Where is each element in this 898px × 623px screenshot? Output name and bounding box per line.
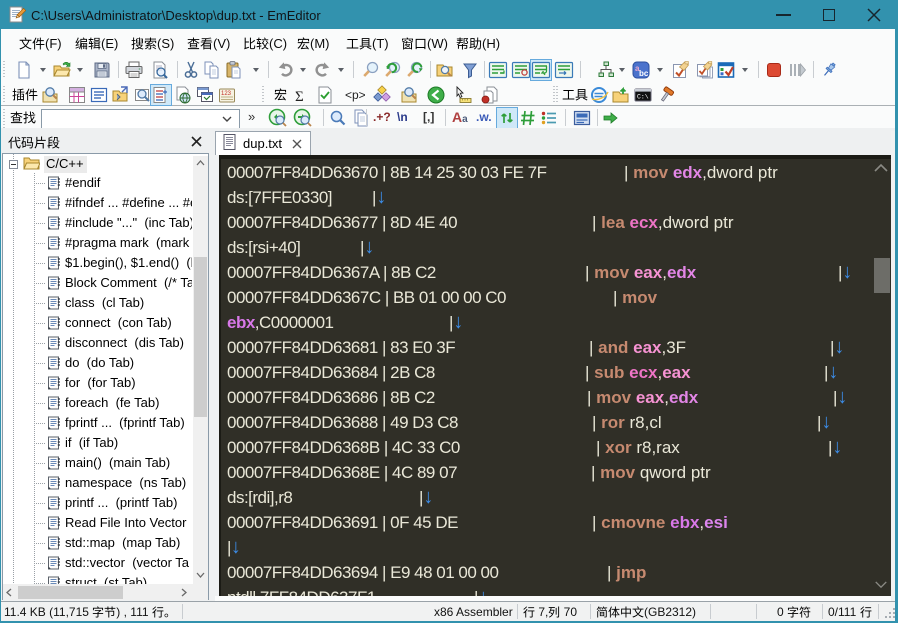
svg-text:Σ: Σ — [295, 89, 304, 105]
svg-text:123: 123 — [221, 91, 232, 97]
svg-text:bc: bc — [639, 69, 649, 78]
svg-text:<p>: <p> — [345, 88, 365, 102]
svg-text:C:\: C:\ — [637, 94, 649, 101]
